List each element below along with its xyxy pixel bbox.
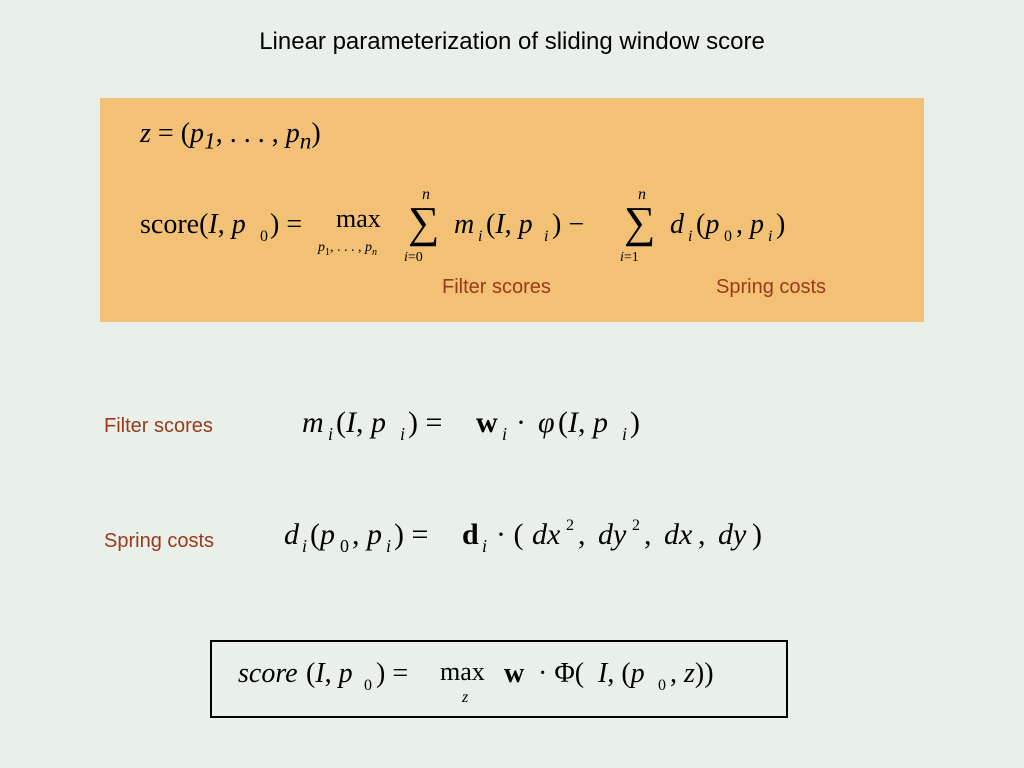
svg-text:,: , — [578, 518, 586, 551]
svg-text:m: m — [302, 406, 324, 439]
svg-text:0: 0 — [260, 228, 268, 245]
svg-text:0: 0 — [364, 677, 372, 694]
equation-filter-score: m i (I, p i ) = w i · φ (I, p i ) — [302, 398, 752, 453]
equation-spring-cost: d i (p 0 , p i ) = d i · ( dx 2 , dy 2 ,… — [284, 510, 844, 565]
svg-text:i: i — [400, 424, 405, 444]
svg-text:φ: φ — [538, 406, 555, 439]
svg-text:i: i — [478, 228, 482, 245]
label-filter-scores: Filter scores — [104, 415, 213, 438]
equation-score-main: score(I, p 0 ) = max p1, . . . , pn n ∑ … — [140, 185, 900, 274]
svg-text:∑: ∑ — [408, 198, 439, 247]
annotation-spring-costs: Spring costs — [716, 276, 826, 299]
svg-text:0: 0 — [658, 677, 666, 694]
svg-text:·: · — [516, 406, 526, 439]
svg-text:· (: · ( — [496, 518, 523, 551]
svg-text:, p: , p — [736, 209, 764, 240]
svg-text:): ) — [752, 518, 762, 551]
svg-text:max: max — [336, 204, 381, 233]
label-spring-costs: Spring costs — [104, 530, 214, 553]
svg-text:i: i — [328, 424, 333, 444]
svg-text:) −: ) − — [552, 209, 584, 240]
svg-text:d: d — [462, 518, 479, 551]
svg-text:) =: ) = — [408, 406, 442, 439]
svg-text:,: , — [644, 518, 652, 551]
equation-score-compact: score (I, p 0 ) = max z w · Φ( I, (p 0 ,… — [238, 640, 778, 719]
svg-text:(I, p: (I, p — [336, 406, 386, 439]
svg-text:d: d — [284, 518, 300, 551]
annotation-filter-scores: Filter scores — [442, 276, 551, 299]
svg-text:w: w — [504, 658, 525, 689]
svg-text:i: i — [622, 424, 627, 444]
svg-text:dx: dx — [664, 518, 693, 551]
svg-text:d: d — [670, 209, 685, 240]
slide-title: Linear parameterization of sliding windo… — [0, 28, 1024, 56]
svg-text:dy: dy — [598, 518, 627, 551]
svg-text:z: z — [461, 689, 469, 706]
svg-text:i: i — [386, 536, 391, 556]
svg-text:): ) — [630, 406, 640, 439]
svg-text:∑: ∑ — [624, 198, 655, 247]
svg-text:2: 2 — [566, 517, 574, 534]
svg-text:score: score — [238, 658, 298, 689]
slide: Linear parameterization of sliding windo… — [0, 0, 1024, 768]
svg-text:): ) — [776, 209, 785, 240]
svg-text:i: i — [688, 228, 692, 245]
svg-text:) =: ) = — [394, 518, 428, 551]
svg-text:(p: (p — [310, 518, 335, 551]
equation-latent-config: z = (p1, . . . , pn) — [140, 118, 321, 156]
svg-text:i=1: i=1 — [620, 250, 639, 265]
svg-text:, p: , p — [352, 518, 382, 551]
svg-text:w: w — [476, 406, 498, 439]
svg-text:(I, p: (I, p — [306, 658, 353, 689]
svg-text:) =: ) = — [270, 209, 302, 240]
svg-text:2: 2 — [632, 517, 640, 534]
svg-text:i: i — [482, 536, 487, 556]
svg-text:) =: ) = — [376, 658, 408, 689]
svg-text:max: max — [440, 657, 485, 686]
svg-text:p1, . . . , pn: p1, . . . , pn — [317, 240, 377, 258]
svg-text:0: 0 — [340, 536, 349, 556]
svg-text:dy: dy — [718, 518, 747, 551]
svg-text:score(I, p: score(I, p — [140, 209, 246, 240]
svg-text:i=0: i=0 — [404, 250, 423, 265]
svg-text:,: , — [698, 518, 706, 551]
svg-text:(p: (p — [696, 209, 719, 240]
svg-text:m: m — [454, 209, 474, 240]
svg-text:(I, p: (I, p — [486, 209, 533, 240]
svg-text:0: 0 — [724, 228, 732, 245]
svg-text:I, (p: I, (p — [597, 658, 645, 689]
svg-text:· Φ(: · Φ( — [538, 658, 584, 689]
svg-text:, z)): , z)) — [670, 658, 714, 689]
svg-text:i: i — [544, 228, 548, 245]
svg-text:i: i — [302, 536, 307, 556]
svg-text:dx: dx — [532, 518, 561, 551]
svg-text:i: i — [768, 228, 772, 245]
svg-text:i: i — [502, 424, 507, 444]
svg-text:(I, p: (I, p — [558, 406, 608, 439]
